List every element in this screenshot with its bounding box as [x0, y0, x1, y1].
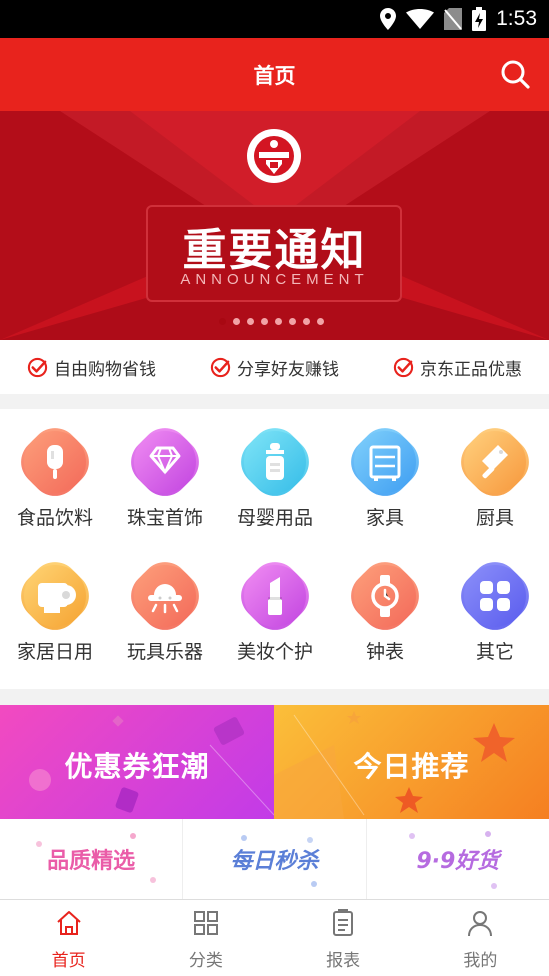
category-label: 玩具乐器 [126, 641, 203, 663]
coupon-promo-label: 优惠券狂潮 [64, 750, 210, 783]
tab-label: 我的 [463, 951, 498, 971]
banner-dot[interactable] [247, 318, 254, 325]
check-circle-icon [210, 357, 231, 377]
tab-item[interactable]: 首页 [0, 900, 137, 976]
clock-time: 1:53 [496, 7, 537, 30]
report-icon [333, 909, 354, 936]
watch-icon [351, 562, 419, 630]
feature-label: 分享好友赚钱 [237, 359, 339, 380]
battery-charging-icon [472, 7, 487, 31]
check-circle-icon [27, 357, 48, 377]
feature-label: 京东正品优惠 [420, 359, 522, 380]
quality-select-link[interactable]: 品质精选 [0, 819, 182, 899]
banner-dot[interactable] [317, 318, 324, 325]
location-icon [380, 8, 397, 30]
app-header: 首页 [0, 38, 549, 111]
banner-dot[interactable] [275, 318, 282, 325]
tab-label: 首页 [51, 951, 86, 971]
bottom-tab-bar: 首页 分类 报表 我的 [0, 899, 549, 976]
category-label: 食品饮料 [16, 507, 93, 529]
today-recommend-banner[interactable]: 今日推荐 [274, 705, 549, 819]
banner-dot[interactable] [303, 318, 310, 325]
daily-flash-sale-link[interactable]: 每日秒杀 [182, 819, 365, 899]
category-grid: 食品饮料 珠宝首饰 母婴用品 家具 厨具家居日用 玩具乐器 美妆个护 钟表 其它 [0, 409, 549, 689]
person-icon [468, 911, 493, 937]
daily-flash-sale-label: 每日秒杀 [230, 849, 319, 874]
grid-apps-icon [461, 562, 529, 630]
diamond-icon [131, 428, 199, 496]
category-item[interactable]: 玩具乐器 [110, 543, 220, 663]
quick-links: 品质精选 每日秒杀 9·9好货 [0, 819, 549, 899]
banner-dot[interactable] [219, 318, 226, 325]
category-label: 家居日用 [16, 641, 93, 663]
feature-item: 分享好友赚钱 [210, 355, 339, 380]
feature-item: 自由购物省钱 [27, 355, 156, 380]
cabinet-icon [351, 428, 419, 496]
baby-bottle-icon [241, 428, 309, 496]
nine-nine-deals-link[interactable]: 9·9好货 [365, 819, 549, 899]
category-label: 家具 [365, 507, 404, 529]
category-item[interactable]: 家具 [330, 409, 440, 529]
promo-row: 优惠券狂潮 今日推荐 [0, 705, 549, 819]
banner-pagination [219, 318, 324, 325]
banner-dot[interactable] [233, 318, 240, 325]
search-icon[interactable] [499, 58, 531, 90]
category-label: 钟表 [365, 641, 404, 663]
toilet-paper-icon [21, 562, 89, 630]
category-item[interactable]: 珠宝首饰 [110, 409, 220, 529]
ufo-toy-icon [131, 562, 199, 630]
lipstick-icon [241, 562, 309, 630]
tab-label: 分类 [188, 951, 223, 971]
page-title: 首页 [253, 64, 296, 88]
banner-subline: ANNOUNCEMENT [180, 271, 369, 288]
home-icon [56, 911, 81, 935]
category-grid-icon [193, 911, 218, 935]
category-item[interactable]: 钟表 [330, 543, 440, 663]
coupon-promo-banner[interactable]: 优惠券狂潮 [0, 705, 274, 819]
cleaver-icon [461, 428, 529, 496]
nine-nine-deals-label: 9·9好货 [416, 849, 500, 874]
status-bar: 1:53 [0, 0, 549, 38]
category-label: 其它 [475, 641, 514, 663]
tab-label: 报表 [326, 951, 361, 971]
category-label: 厨具 [475, 507, 514, 529]
app-screen: 1:53 首页 重要通知 ANNOUNCEMENT 自由购物省钱 分享好友赚钱 京东… [0, 0, 549, 976]
brand-logo-icon [247, 129, 301, 183]
banner-headline: 重要通知 [182, 225, 367, 276]
category-item[interactable]: 厨具 [440, 409, 549, 529]
category-label: 美妆个护 [236, 641, 313, 663]
wifi-icon [406, 9, 435, 29]
category-label: 珠宝首饰 [126, 507, 203, 529]
banner-dot[interactable] [289, 318, 296, 325]
category-item[interactable]: 母婴用品 [220, 409, 330, 529]
banner-dot[interactable] [261, 318, 268, 325]
tab-item[interactable]: 分类 [137, 900, 274, 976]
category-item[interactable]: 美妆个护 [220, 543, 330, 663]
category-item[interactable]: 家居日用 [0, 543, 110, 663]
category-item[interactable]: 食品饮料 [0, 409, 110, 529]
category-label: 母婴用品 [236, 507, 313, 529]
feature-label: 自由购物省钱 [54, 359, 156, 380]
tab-item[interactable]: 报表 [275, 900, 412, 976]
check-circle-icon [393, 357, 414, 377]
tab-item[interactable]: 我的 [412, 900, 549, 976]
quality-select-label: 品质精选 [47, 849, 136, 874]
today-recommend-label: 今日推荐 [353, 750, 470, 783]
feature-item: 京东正品优惠 [393, 355, 522, 380]
popsicle-icon [21, 428, 89, 496]
no-sim-icon [444, 8, 463, 30]
category-item[interactable]: 其它 [440, 543, 549, 663]
feature-strip: 自由购物省钱 分享好友赚钱 京东正品优惠 [0, 340, 549, 394]
